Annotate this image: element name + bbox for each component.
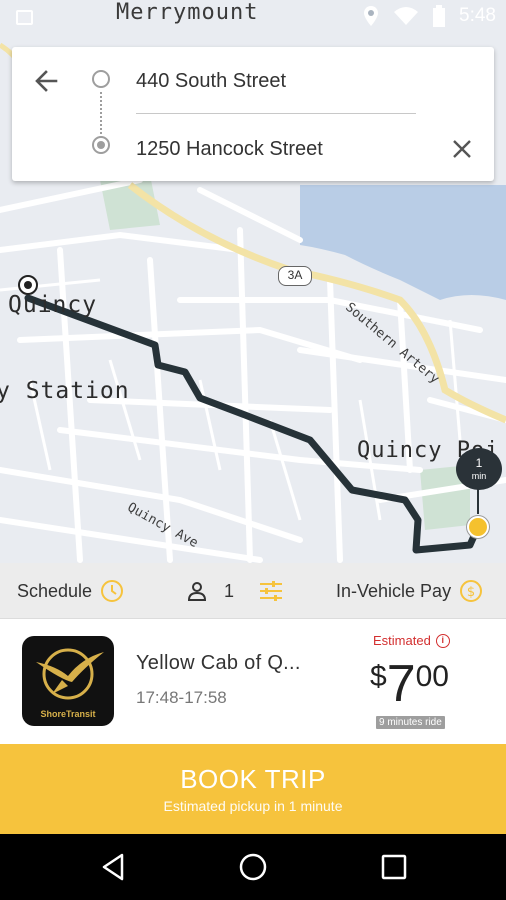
ride-option-card[interactable]: ShoreTransit Yellow Cab of Q... 17:48-17… bbox=[0, 620, 506, 744]
eta-unit: min bbox=[471, 471, 487, 481]
payment-method-button[interactable]: In-Vehicle Pay $ bbox=[336, 563, 483, 619]
provider-logo: ShoreTransit bbox=[22, 636, 114, 726]
info-icon[interactable]: i bbox=[435, 633, 450, 648]
nav-recents-button[interactable] bbox=[376, 849, 412, 885]
route-connector bbox=[100, 92, 102, 134]
back-button[interactable] bbox=[28, 63, 64, 99]
filter-button[interactable] bbox=[258, 579, 284, 603]
price-currency: $ bbox=[370, 660, 387, 693]
ride-time-window: 17:48-17:58 bbox=[136, 688, 227, 707]
svg-text:$: $ bbox=[467, 585, 475, 600]
eta-value: 1 bbox=[475, 456, 483, 470]
route-shield-3a: 3A bbox=[278, 266, 312, 286]
nav-back-button[interactable] bbox=[96, 849, 132, 885]
destination-circle-icon bbox=[92, 136, 110, 154]
clear-destination-button[interactable] bbox=[444, 131, 480, 167]
location-icon bbox=[364, 6, 379, 26]
schedule-button[interactable]: Schedule bbox=[17, 563, 124, 619]
close-icon bbox=[453, 140, 471, 158]
origin-circle-icon bbox=[92, 70, 110, 88]
price-cents: 00 bbox=[415, 660, 449, 693]
book-trip-subtitle: Estimated pickup in 1 minute bbox=[163, 798, 343, 814]
eta-bubble: 1 min bbox=[456, 448, 502, 490]
battery-icon bbox=[433, 5, 446, 27]
origin-address-field[interactable]: 440 South Street bbox=[136, 63, 416, 99]
provider-logo-text: ShoreTransit bbox=[40, 709, 96, 719]
clock-icon bbox=[101, 580, 124, 602]
destination-address-field[interactable]: 1250 Hancock Street bbox=[136, 131, 416, 167]
map-label-station: y Station bbox=[0, 378, 130, 404]
ride-duration-badge: 9 minutes ride bbox=[376, 716, 445, 729]
map-label-quincy: Quincy bbox=[8, 292, 98, 318]
price: $700 bbox=[370, 654, 449, 714]
person-icon bbox=[187, 582, 207, 601]
book-trip-label: BOOK TRIP bbox=[180, 764, 326, 794]
trip-options-bar: Schedule 1 In-Vehicle Pay $ bbox=[0, 563, 506, 619]
passenger-count[interactable]: 1 bbox=[186, 563, 234, 619]
dollar-coin-icon: $ bbox=[460, 580, 483, 602]
wifi-icon bbox=[394, 7, 419, 25]
estimated-label[interactable]: Estimated i bbox=[373, 633, 450, 648]
estimated-text: Estimated bbox=[373, 633, 431, 648]
status-time: 5:48 bbox=[459, 5, 496, 26]
back-triangle-icon bbox=[102, 853, 124, 881]
status-bar: 5:48 bbox=[0, 0, 506, 34]
arrow-left-icon bbox=[35, 70, 58, 92]
photo-icon bbox=[16, 10, 33, 25]
nav-home-button[interactable] bbox=[235, 849, 271, 885]
provider-name: Yellow Cab of Q... bbox=[136, 652, 301, 674]
schedule-label: Schedule bbox=[17, 580, 93, 601]
eta-bubble-tail bbox=[477, 488, 479, 514]
status-icons: 5:48 bbox=[363, 5, 496, 27]
sliders-icon bbox=[260, 581, 282, 601]
payment-label: In-Vehicle Pay bbox=[336, 580, 452, 601]
address-divider bbox=[136, 113, 416, 114]
home-circle-icon bbox=[239, 853, 267, 881]
price-dollars: 7 bbox=[386, 655, 416, 713]
system-nav-bar bbox=[0, 834, 506, 900]
recents-square-icon bbox=[381, 854, 407, 880]
pickup-marker bbox=[467, 516, 489, 538]
address-card: 440 South Street 1250 Hancock Street bbox=[12, 47, 494, 181]
book-trip-button[interactable]: BOOK TRIP Estimated pickup in 1 minute bbox=[0, 744, 506, 834]
passenger-count-value: 1 bbox=[224, 580, 235, 601]
